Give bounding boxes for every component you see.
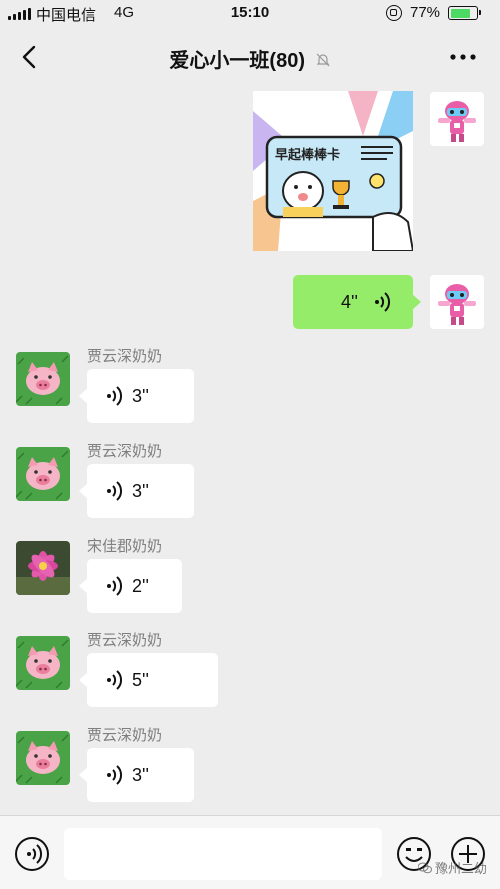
voice-message-bubble[interactable]: 5'' <box>79 653 218 707</box>
wechat-logo-icon <box>418 862 432 873</box>
self-avatar[interactable] <box>430 275 484 329</box>
voice-wave-icon <box>106 670 123 690</box>
battery-icon <box>448 6 481 20</box>
sender-avatar[interactable] <box>16 541 70 595</box>
voice-duration: 3'' <box>132 386 149 406</box>
sender-avatar[interactable] <box>16 636 70 690</box>
status-bar: 中国电信 4G 15:10 77% <box>0 0 500 28</box>
chat-title: 爱心小一班(80) <box>0 44 500 73</box>
mute-bell-icon <box>316 53 330 67</box>
nav-bar: 爱心小一班(80) <box>0 28 500 86</box>
voice-message-bubble[interactable]: 3'' <box>79 369 194 423</box>
voice-message-bubble[interactable]: 3'' <box>79 748 194 802</box>
voice-mode-icon[interactable] <box>14 836 50 872</box>
voice-wave-icon <box>106 576 123 596</box>
group-name: 爱心小一班(80) <box>169 50 305 72</box>
watermark: 豫州二幼 <box>418 858 487 877</box>
voice-wave-icon <box>106 481 123 501</box>
input-bar <box>0 815 500 889</box>
battery-percent: 77% <box>410 4 441 21</box>
orientation-lock-icon <box>386 5 402 21</box>
sender-name: 贾云深奶奶 <box>87 632 163 649</box>
voice-message-bubble[interactable]: 4'' <box>293 275 421 329</box>
voice-duration: 4'' <box>341 292 358 312</box>
sticker-image[interactable]: 早起棒棒卡 <box>253 91 413 251</box>
sender-name: 宋佳郡奶奶 <box>87 538 163 555</box>
sender-avatar[interactable] <box>16 447 70 501</box>
voice-duration: 2'' <box>132 576 149 596</box>
message-input[interactable] <box>64 828 382 880</box>
sender-avatar[interactable] <box>16 731 70 785</box>
voice-wave-icon <box>374 292 391 312</box>
voice-duration: 3'' <box>132 765 149 785</box>
voice-message-bubble[interactable]: 3'' <box>79 464 194 518</box>
self-avatar[interactable] <box>430 92 484 146</box>
sticker-card-text: 早起棒棒卡 <box>275 147 340 163</box>
sender-name: 贾云深奶奶 <box>87 348 163 365</box>
voice-duration: 5'' <box>132 670 149 690</box>
voice-wave-icon <box>106 765 123 785</box>
voice-message-bubble[interactable]: 2'' <box>79 559 182 613</box>
voice-duration: 3'' <box>132 481 149 501</box>
sender-avatar[interactable] <box>16 352 70 406</box>
voice-wave-icon <box>106 386 123 406</box>
watermark-text: 豫州二幼 <box>435 861 488 876</box>
sender-name: 贾云深奶奶 <box>87 443 163 460</box>
more-options-icon[interactable] <box>446 42 480 72</box>
sender-name: 贾云深奶奶 <box>87 727 163 744</box>
